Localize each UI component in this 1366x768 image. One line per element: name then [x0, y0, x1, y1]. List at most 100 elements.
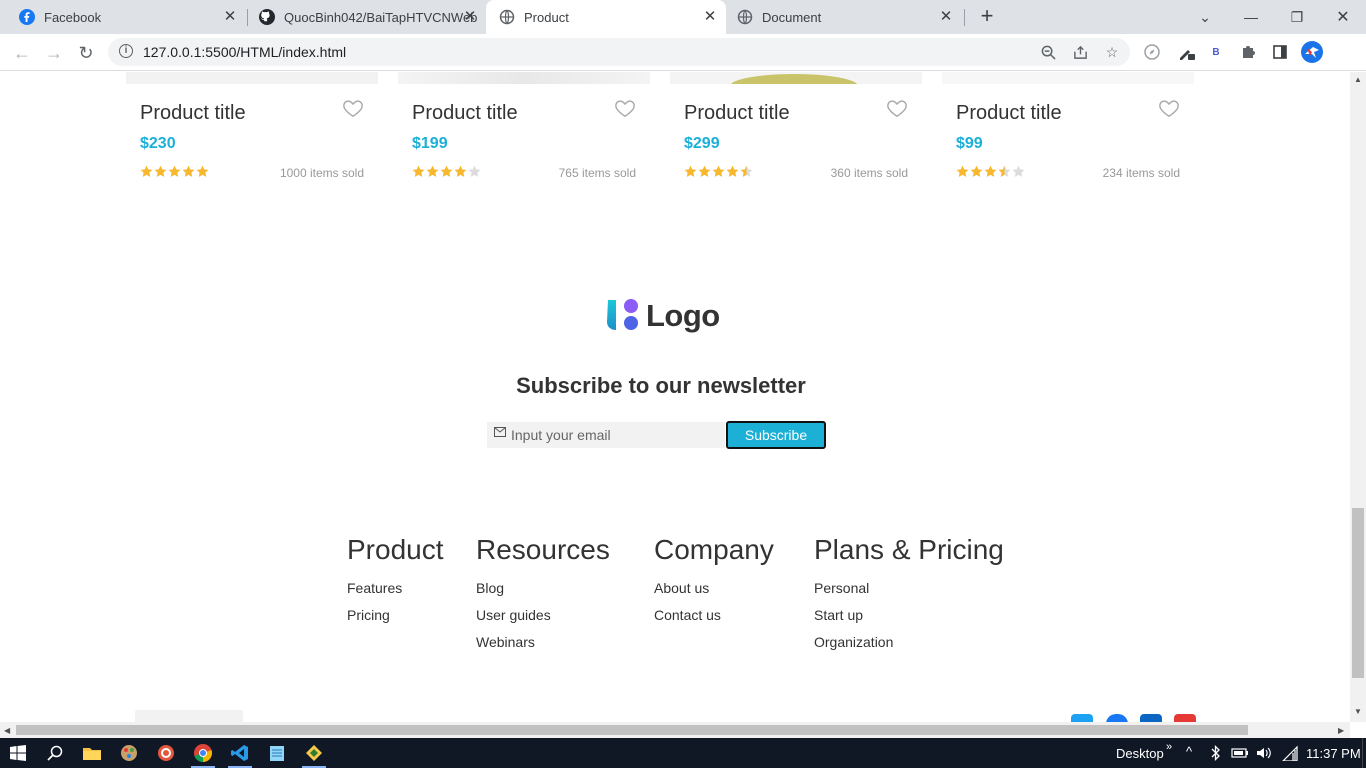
close-tab-icon[interactable]: ✕ — [462, 9, 478, 25]
facebook-icon[interactable] — [1106, 714, 1128, 722]
footer-heading: Company — [654, 534, 774, 565]
tab-document[interactable]: Document ✕ — [726, 0, 966, 34]
app-icon[interactable] — [156, 743, 176, 763]
volume-icon[interactable] — [1254, 743, 1274, 763]
product-price: $199 — [412, 135, 448, 152]
search-icon[interactable] — [45, 743, 65, 763]
tab-title: Facebook — [44, 9, 102, 25]
profile-avatar[interactable] — [1301, 41, 1323, 63]
notepad-icon[interactable] — [267, 743, 287, 763]
close-tab-icon[interactable]: ✕ — [938, 9, 954, 25]
product-image — [942, 72, 1194, 84]
bluetooth-icon[interactable] — [1206, 743, 1226, 763]
star-full-icon — [970, 165, 983, 177]
star-full-icon — [154, 165, 167, 177]
footer-link[interactable]: Contact us — [654, 607, 774, 624]
heart-icon[interactable] — [342, 97, 364, 119]
vscode-icon[interactable] — [230, 743, 250, 763]
product-price: $99 — [956, 135, 983, 152]
zoom-icon[interactable] — [1040, 44, 1056, 60]
footer-link[interactable]: Start up — [814, 607, 1004, 624]
logo-mark-icon — [607, 299, 638, 330]
star-full-icon — [454, 165, 467, 177]
horizontal-scrollbar[interactable]: ◀ ▶ — [0, 722, 1350, 738]
chrome-icon[interactable] — [193, 743, 213, 763]
paint-app-icon[interactable] — [119, 743, 139, 763]
scroll-right-icon[interactable]: ▶ — [1338, 726, 1344, 735]
linkedin-icon[interactable] — [1140, 714, 1162, 722]
footer-column-resources: Resources Blog User guides Webinars — [476, 534, 610, 651]
email-field[interactable] — [487, 422, 725, 448]
footer-link[interactable]: Webinars — [476, 634, 610, 651]
windows-start-icon[interactable] — [8, 743, 28, 763]
subscribe-button[interactable]: Subscribe — [726, 421, 826, 449]
scroll-down-icon[interactable]: ▼ — [1354, 708, 1362, 716]
product-card[interactable]: Product title $199 765 items sold — [398, 72, 650, 187]
desktop-toolbar-label[interactable]: Desktop — [1116, 746, 1164, 761]
twitter-icon[interactable] — [1071, 714, 1093, 722]
site-logo[interactable]: Logo — [604, 297, 720, 335]
close-tab-icon[interactable]: ✕ — [222, 9, 238, 25]
bookmark-star-icon[interactable]: ☆ — [1104, 44, 1120, 60]
heart-icon[interactable] — [614, 97, 636, 119]
puzzle-extensions-icon[interactable] — [1238, 42, 1258, 62]
youtube-icon[interactable] — [1174, 714, 1196, 722]
system-clock[interactable]: 11:37 PM — [1306, 746, 1361, 761]
show-desktop-button[interactable] — [1362, 738, 1366, 768]
product-title: Product title — [140, 102, 246, 124]
product-card[interactable]: Product title $230 1000 items sold — [126, 72, 378, 187]
chevron-up-icon[interactable]: ^ — [1186, 744, 1192, 759]
heart-icon[interactable] — [886, 97, 908, 119]
facebook-icon — [19, 9, 35, 25]
footer-link[interactable]: Organization — [814, 634, 1004, 651]
close-window-icon[interactable]: ✕ — [1320, 0, 1366, 34]
footer-column-product: Product Features Pricing — [347, 534, 444, 624]
language-select[interactable] — [135, 710, 243, 722]
site-info-icon[interactable]: i — [119, 44, 133, 58]
tab-facebook[interactable]: Facebook ✕ — [0, 0, 246, 34]
compass-extension-icon[interactable] — [1142, 42, 1162, 62]
star-full-icon — [698, 165, 711, 177]
footer-link[interactable]: User guides — [476, 607, 610, 624]
scroll-up-icon[interactable]: ▲ — [1354, 76, 1362, 84]
tab-product[interactable]: Product ✕ — [486, 0, 726, 34]
tab-search-icon[interactable]: ⌄ — [1182, 0, 1228, 34]
footer-link[interactable]: Features — [347, 580, 444, 597]
product-title: Product title — [684, 102, 790, 124]
email-input[interactable] — [511, 422, 721, 448]
reload-icon[interactable]: ↻ — [74, 41, 98, 65]
b-extension-icon[interactable]: B — [1206, 42, 1226, 62]
back-icon[interactable]: ← — [10, 41, 34, 65]
footer-link[interactable]: Blog — [476, 580, 610, 597]
tab-github[interactable]: QuocBinh042/BaiTapHTVCNWeb ✕ — [240, 0, 486, 34]
star-half-icon — [998, 165, 1011, 177]
items-sold: 765 items sold — [558, 166, 636, 180]
vertical-scrollbar[interactable]: ▲ ▼ — [1350, 72, 1366, 722]
address-bar[interactable]: i 127.0.0.1:5500/HTML/index.html ☆ — [108, 38, 1130, 66]
app-icon[interactable] — [304, 743, 324, 763]
footer-link[interactable]: About us — [654, 580, 774, 597]
side-panel-icon[interactable] — [1270, 42, 1290, 62]
star-half-icon — [740, 165, 753, 177]
product-card[interactable]: Product title $99 234 items sold — [942, 72, 1194, 187]
eyedropper-extension-icon[interactable] — [1176, 42, 1196, 62]
forward-icon[interactable]: → — [42, 41, 66, 65]
new-tab-icon[interactable]: + — [976, 5, 998, 28]
scrollbar-thumb[interactable] — [1352, 508, 1364, 678]
close-tab-icon[interactable]: ✕ — [702, 9, 718, 25]
scroll-left-icon[interactable]: ◀ — [4, 726, 10, 735]
star-empty-icon — [1012, 165, 1025, 177]
file-explorer-icon[interactable] — [82, 743, 102, 763]
share-icon[interactable] — [1072, 44, 1088, 60]
battery-icon[interactable] — [1230, 743, 1250, 763]
scrollbar-thumb[interactable] — [16, 725, 1248, 735]
footer-link[interactable]: Pricing — [347, 607, 444, 624]
footer-link[interactable]: Personal — [814, 580, 1004, 597]
restore-icon[interactable]: ❐ — [1274, 0, 1320, 34]
tab-title: Product — [524, 9, 569, 25]
heart-icon[interactable] — [1158, 97, 1180, 119]
chevron-right-icon[interactable]: » — [1166, 741, 1172, 753]
wifi-icon[interactable] — [1280, 743, 1300, 763]
product-card[interactable]: Product title $299 360 items sold — [670, 72, 922, 187]
minimize-icon[interactable]: — — [1228, 0, 1274, 34]
